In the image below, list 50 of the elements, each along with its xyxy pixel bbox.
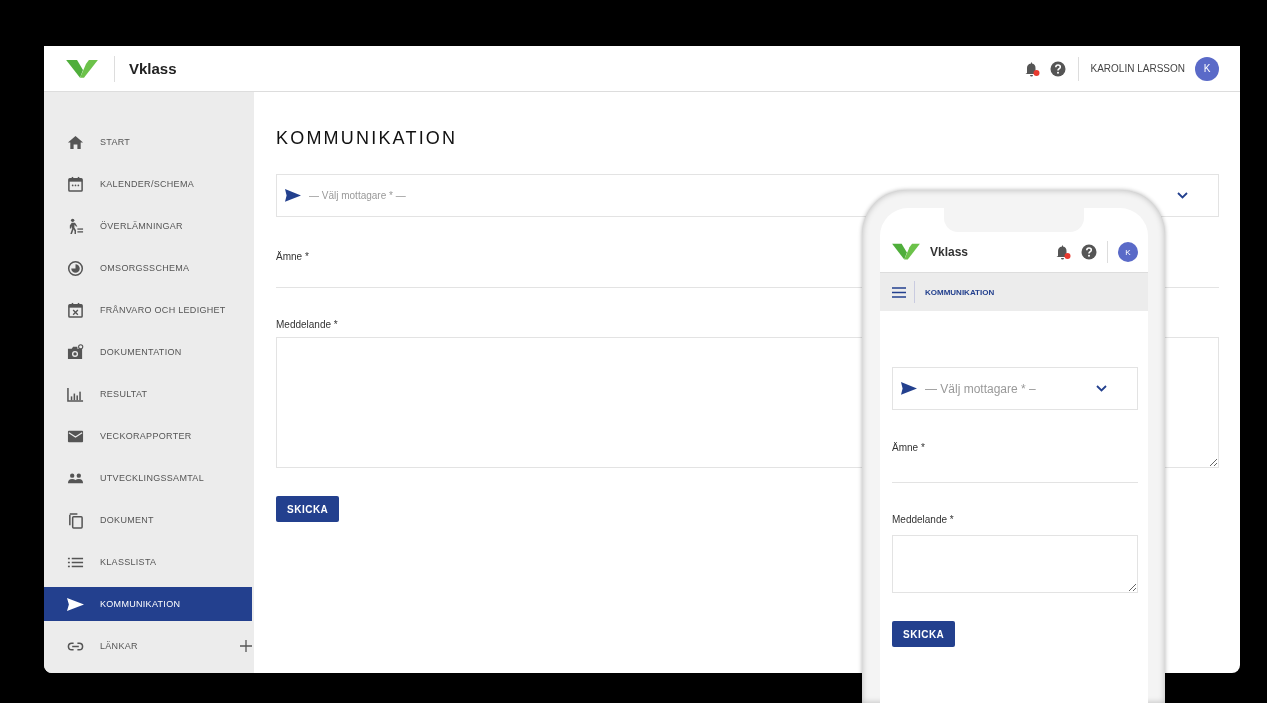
sidebar-item[interactable]: OMSORGSSCHEMA — [44, 251, 252, 285]
message-label: Meddelande * — [276, 319, 338, 330]
avatar[interactable]: K — [1118, 242, 1138, 262]
subject-label: Ämne * — [892, 442, 925, 453]
message-label: Meddelande * — [892, 514, 954, 525]
sidebar-item[interactable]: DOKUMENTATION — [44, 335, 252, 369]
logo-icon — [66, 58, 98, 79]
calendar-cross-icon — [67, 301, 84, 319]
avatar[interactable]: K — [1195, 56, 1219, 81]
section-title: KOMMUNIKATION — [925, 287, 995, 297]
recipient-select[interactable]: — Välj mottagare * – — [892, 367, 1138, 410]
walking-person-icon — [67, 217, 84, 235]
recipient-field[interactable]: — Välj mottagare * – — [925, 381, 1088, 396]
sidebar-item[interactable]: DOKUMENT — [44, 503, 252, 537]
message-field[interactable] — [892, 535, 1138, 593]
sidebar-item[interactable]: VECKORAPPORTER — [44, 419, 252, 453]
send-icon — [285, 189, 301, 202]
page-title: KOMMUNIKATION — [276, 128, 459, 149]
sidebar-item[interactable]: KLASSLISTA — [44, 545, 252, 579]
recipient-field[interactable]: — Välj mottagare * — — [309, 190, 1169, 201]
camera-icon — [67, 343, 84, 361]
send-button[interactable]: SKICKA — [276, 496, 340, 522]
calendar-icon — [67, 175, 84, 193]
logo-icon — [892, 243, 920, 261]
chevron-down-icon[interactable] — [1096, 385, 1107, 392]
bar-chart-icon — [67, 385, 84, 403]
brand-name: Vklass — [930, 245, 970, 259]
sidebar-item[interactable]: KALENDER/SCHEMA — [44, 167, 252, 201]
help-icon[interactable] — [1049, 60, 1066, 77]
sidebar-item[interactable]: ÖVERLÄMNINGAR — [44, 209, 252, 243]
copy-icon — [67, 511, 84, 529]
half-circle-icon — [67, 259, 84, 277]
brand-name: Vklass — [129, 60, 177, 77]
sidebar-item[interactable]: FRÅNVARO OCH LEDIGHET — [44, 293, 252, 327]
send-icon — [901, 382, 917, 395]
subject-label: Ämne * — [276, 251, 309, 262]
send-icon — [67, 595, 84, 613]
recipient-select[interactable]: — Välj mottagare * — — [276, 174, 1219, 217]
sidebar-item[interactable]: START — [44, 125, 252, 159]
sidebar-item[interactable]: LÄNKAR — [44, 629, 252, 663]
help-icon[interactable] — [1081, 244, 1097, 260]
sidebar-item[interactable]: RESULTAT — [44, 377, 252, 411]
chevron-down-icon[interactable] — [1177, 192, 1188, 199]
user-name[interactable]: KAROLIN LARSSON — [1090, 63, 1185, 74]
sidebar-item[interactable]: UTVECKLINGSSAMTAL — [44, 461, 252, 495]
sidebar-item[interactable]: KOMMUNIKATION — [44, 587, 252, 621]
home-icon — [67, 133, 84, 151]
menu-icon[interactable] — [892, 286, 906, 298]
plus-icon[interactable] — [240, 640, 252, 652]
send-button[interactable]: SKICKA — [892, 621, 956, 647]
